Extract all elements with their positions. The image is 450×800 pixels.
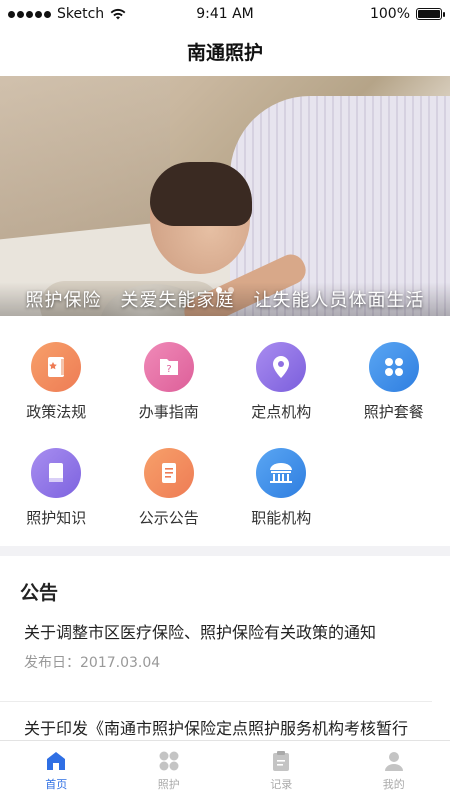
tab-home[interactable]: 首页 (0, 741, 113, 800)
knowledge-book-icon (31, 448, 82, 498)
notice-heading: 公告 (20, 582, 59, 604)
location-pin-icon (256, 342, 307, 392)
notice-item[interactable]: 关于调整市区医疗保险、照护保险有关政策的通知 发布日：2017.03.04 (0, 614, 432, 702)
tab-label: 我的 (382, 778, 405, 791)
grid-item-notice[interactable]: 公示公告 (113, 438, 226, 544)
notice-item-date: 发布日：2017.03.04 (24, 655, 161, 671)
page-title: 南通照护 (186, 41, 263, 64)
feature-grid: 政策法规 ? 办事指南 定点机构 照护套餐 照护知识 公示公告 职能机构 (0, 332, 450, 538)
home-icon (47, 752, 66, 770)
carousel-dot[interactable] (228, 287, 234, 293)
grid-item-policy[interactable]: 政策法规 (0, 332, 113, 438)
status-bar: Sketch 9:41 AM 100% (0, 0, 450, 28)
tab-label: 记录 (270, 778, 293, 791)
notice-document-icon (143, 448, 194, 498)
section-divider (0, 546, 450, 556)
banner-carousel[interactable]: 照护保险 关爱失能家庭 让失能人员体面生活 (0, 76, 450, 316)
grid-item-agency[interactable]: 职能机构 (225, 438, 338, 544)
tab-label: 照护 (157, 778, 180, 791)
status-left: Sketch (8, 6, 126, 22)
grid-item-knowledge[interactable]: 照护知识 (0, 438, 113, 544)
grid-label: 照护套餐 (363, 403, 424, 421)
grid-item-guide[interactable]: ? 办事指南 (113, 332, 226, 438)
building-icon (256, 448, 307, 498)
wifi-icon (110, 8, 126, 20)
tab-mine[interactable]: 我的 (338, 741, 450, 800)
grid-label: 定点机构 (251, 403, 312, 421)
carousel-dot[interactable] (216, 287, 222, 293)
battery-percent: 100% (369, 6, 410, 22)
care-grid-icon (159, 751, 179, 771)
grid-label: 办事指南 (138, 403, 199, 421)
tab-label: 首页 (45, 778, 68, 791)
policy-book-icon (31, 342, 82, 392)
grid-label: 公示公告 (138, 509, 199, 527)
carrier-label: Sketch (57, 6, 105, 22)
guide-book-icon: ? (143, 342, 194, 392)
grid-clover-icon (368, 342, 419, 392)
grid-item-package[interactable]: 照护套餐 (338, 332, 450, 438)
status-right: 100% (369, 6, 445, 22)
tab-bar: 首页 照护 记录 我的 (0, 740, 450, 800)
tab-records[interactable]: 记录 (225, 741, 338, 800)
user-icon (384, 752, 403, 771)
tab-care[interactable]: 照护 (113, 741, 226, 800)
clipboard-icon (273, 751, 290, 771)
carousel-indicator[interactable] (0, 287, 450, 293)
notice-item-title: 关于调整市区医疗保险、照护保险有关政策的通知 (24, 623, 377, 642)
grid-label: 职能机构 (251, 509, 312, 527)
grid-label: 照护知识 (26, 509, 87, 527)
svg-text:?: ? (166, 364, 171, 375)
signal-dots-icon (8, 10, 51, 18)
grid-item-designated[interactable]: 定点机构 (225, 332, 338, 438)
battery-icon (416, 8, 445, 20)
grid-label: 政策法规 (26, 403, 87, 421)
